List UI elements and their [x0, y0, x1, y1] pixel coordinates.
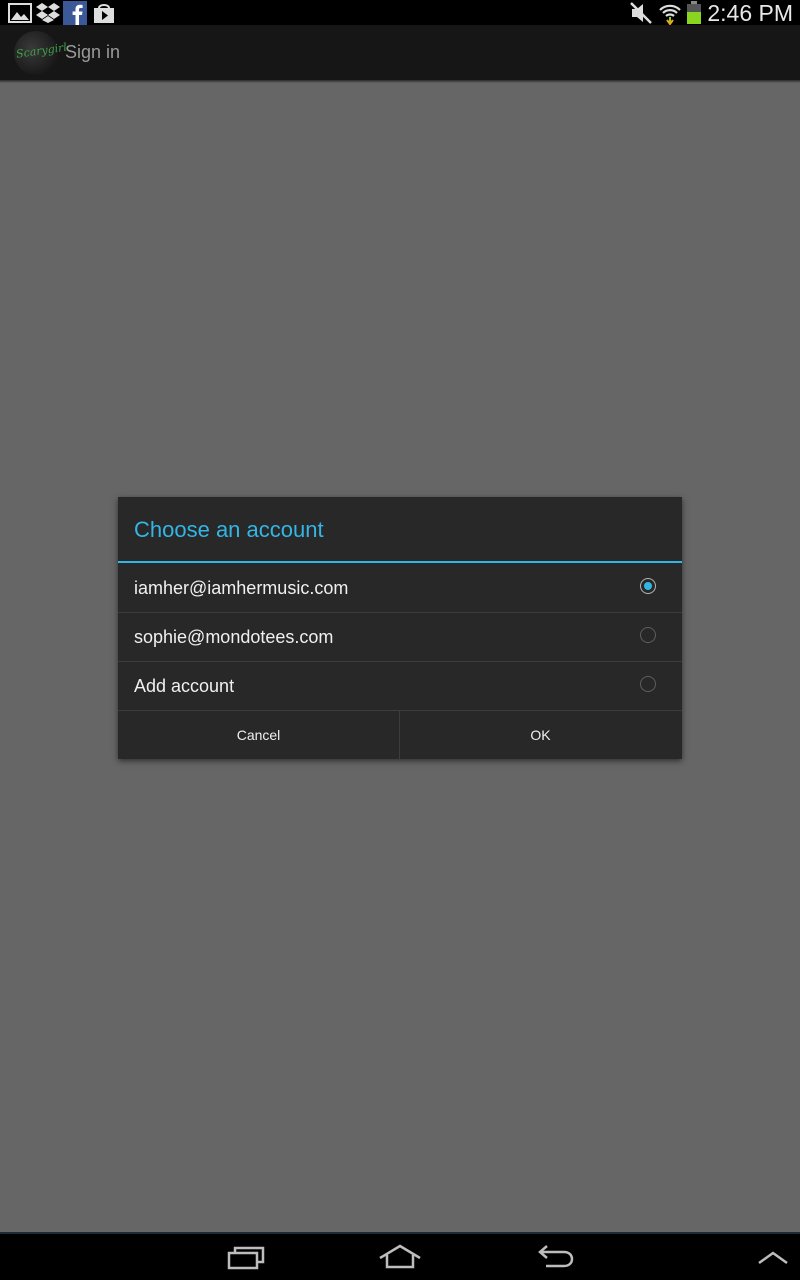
choose-account-dialog: Choose an account iamher@iamhermusic.com… [118, 497, 682, 759]
radio-button-selected[interactable] [640, 578, 656, 594]
status-bar: 2:46 PM [0, 0, 800, 26]
mute-icon [630, 2, 652, 24]
navigation-bar [0, 1232, 800, 1280]
dialog-title-divider [118, 561, 682, 563]
dialog-title: Choose an account [134, 517, 324, 542]
add-account-option[interactable]: Add account [118, 662, 682, 710]
dropbox-icon [36, 3, 60, 23]
battery-icon [687, 1, 701, 24]
recent-apps-icon[interactable] [226, 1244, 266, 1270]
home-icon[interactable] [378, 1244, 422, 1270]
action-bar: Scarygirl Sign in [0, 25, 800, 80]
cancel-button[interactable]: Cancel [118, 711, 399, 759]
wifi-icon [659, 4, 681, 25]
nav-bar-topline [0, 1232, 800, 1234]
app-logo-text: Scarygirl [15, 40, 68, 61]
app-logo[interactable]: Scarygirl [14, 31, 68, 75]
radio-button[interactable] [640, 627, 656, 643]
account-option-label: iamher@iamhermusic.com [134, 578, 349, 598]
account-option-sophie[interactable]: sophie@mondotees.com [118, 613, 682, 661]
status-clock: 2:46 PM [707, 0, 793, 26]
back-icon[interactable] [536, 1244, 576, 1270]
radio-button[interactable] [640, 676, 656, 692]
account-option-iamher[interactable]: iamher@iamhermusic.com [118, 564, 682, 612]
menu-up-icon[interactable] [756, 1250, 790, 1266]
action-bar-shadow [0, 80, 800, 83]
ok-button[interactable]: OK [400, 711, 681, 759]
facebook-icon [63, 1, 87, 25]
account-option-label: Add account [134, 676, 235, 696]
page-title: Sign in [65, 42, 121, 62]
account-option-label: sophie@mondotees.com [134, 627, 334, 647]
gallery-icon [8, 3, 32, 23]
play-store-icon [94, 4, 114, 23]
